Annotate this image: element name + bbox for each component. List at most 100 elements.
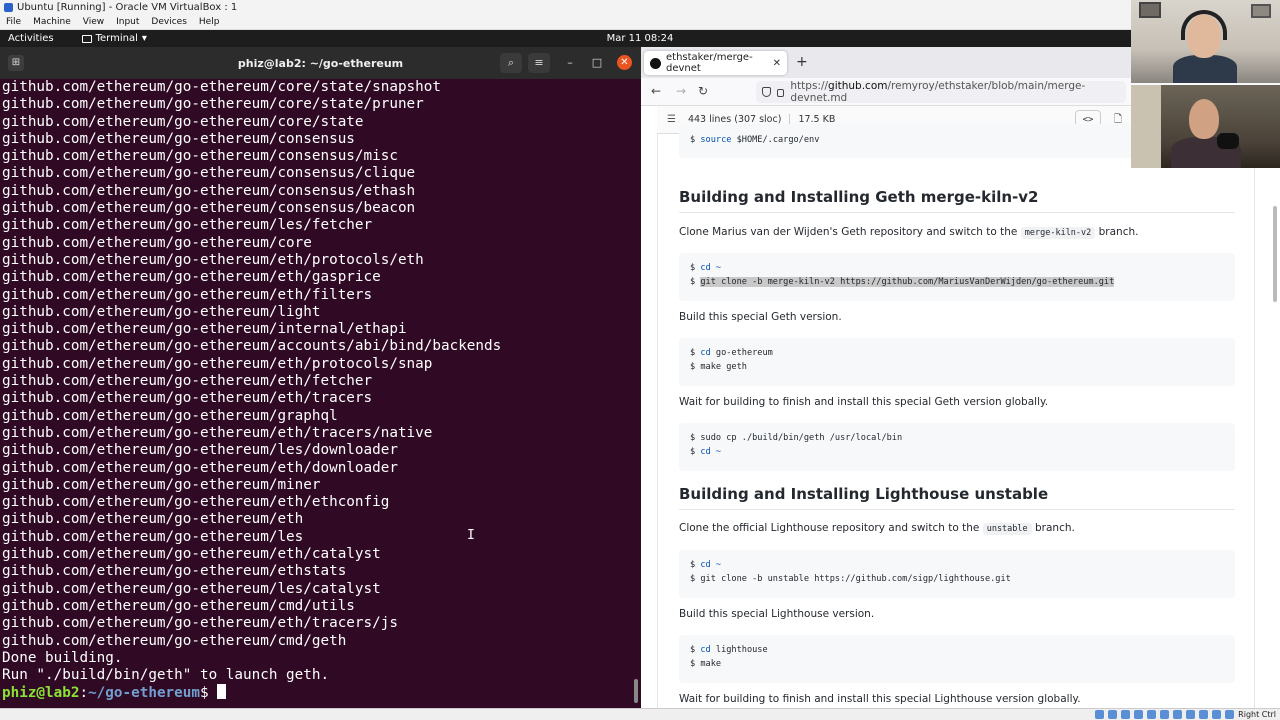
prompt-symbol: $ — [690, 446, 696, 457]
code-keyword: source — [700, 135, 732, 145]
reload-icon[interactable]: ↻ — [698, 84, 708, 98]
code-line: $ cd go-ethereum — [690, 347, 1224, 361]
code-text: ~ — [710, 446, 722, 457]
prompt-symbol: $ — [690, 645, 696, 655]
terminal-output-line: github.com/ethereum/go-ethereum/consensu… — [2, 182, 416, 199]
ubuntu-top-bar: Activities Terminal ▾ Mar 11 08:24 — [0, 30, 1280, 47]
terminal-window: ⊞ phiz@lab2: ~/go-ethereum ⌕ ≡ – □ ✕ git… — [0, 47, 641, 708]
code-line: $ git clone -b unstable https://github.c… — [690, 573, 1224, 587]
hard-disk-icon[interactable] — [1095, 710, 1105, 719]
terminal-output[interactable]: github.com/ethereum/go-ethereum/core/sta… — [0, 79, 641, 708]
vbox-menu-help[interactable]: Help — [199, 17, 220, 27]
terminal-output-line: github.com/ethereum/go-ethereum/core/sta… — [2, 113, 364, 130]
terminal-output-line: github.com/ethereum/go-ethereum/consensu… — [2, 148, 398, 165]
terminal-output-line: github.com/ethereum/go-ethereum/consensu… — [2, 200, 416, 217]
lock-icon[interactable] — [776, 89, 785, 97]
paragraph-text: Clone Marius van der Wijden's Geth repos… — [679, 226, 1018, 238]
mouse-integration-icon[interactable] — [1212, 710, 1222, 719]
maximize-icon[interactable]: □ — [589, 55, 605, 71]
prompt-symbol: $ — [690, 361, 696, 372]
minimize-icon[interactable]: – — [562, 55, 578, 71]
paragraph-build-lighthouse: Build this special Lighthouse version. — [679, 608, 875, 620]
code-text: go-ethereum — [710, 348, 773, 358]
terminal-output-line: github.com/ethereum/go-ethereum/les/cata… — [2, 580, 381, 597]
code-keyword: cd — [700, 560, 711, 570]
terminal-cursor — [217, 684, 227, 700]
code-block-build-lighthouse[interactable]: $ cd lighthouse $ make — [679, 635, 1235, 683]
code-block-clone-lighthouse[interactable]: $ cd ~ $ git clone -b unstable https://g… — [679, 550, 1235, 598]
shared-folder-icon[interactable] — [1160, 710, 1170, 719]
code-keyword: cd — [700, 348, 711, 358]
close-tab-icon[interactable]: ✕ — [773, 58, 781, 69]
browser-tab-title: ethstaker/merge-devnet — [666, 52, 753, 74]
terminal-output-line: github.com/ethereum/go-ethereum/eth/down… — [2, 459, 398, 476]
browser-tab[interactable]: ethstaker/merge-devnet ✕ — [644, 51, 787, 75]
terminal-output-line: github.com/ethereum/go-ethereum/eth/prot… — [2, 355, 433, 372]
vbox-menu-machine[interactable]: Machine — [33, 17, 71, 27]
url-bar[interactable]: https://github.com/remyroy/ethstaker/blo… — [756, 80, 1126, 104]
forward-icon[interactable]: → — [676, 84, 686, 98]
terminal-output-line: github.com/ethereum/go-ethereum/internal… — [2, 321, 407, 338]
code-keyword: cd — [700, 263, 711, 273]
paragraph-wait-geth: Wait for building to finish and install … — [679, 396, 1049, 408]
code-text: $HOME/.cargo/env — [731, 135, 820, 145]
terminal-output-line: github.com/ethereum/go-ethereum/core/sta… — [2, 79, 441, 95]
display-icon[interactable] — [1173, 710, 1183, 719]
vbox-menu-input[interactable]: Input — [116, 17, 139, 27]
headphones-icon — [1181, 10, 1227, 40]
paragraph-build-geth: Build this special Geth version. — [679, 311, 842, 323]
hamburger-menu-icon[interactable]: ≡ — [528, 53, 550, 73]
terminal-output-line: github.com/ethereum/go-ethereum/accounts… — [2, 338, 502, 355]
terminal-output-line: github.com/ethereum/go-ethereum/core/sta… — [2, 96, 424, 113]
close-icon[interactable]: ✕ — [617, 55, 632, 70]
page-scrollbar[interactable] — [1273, 206, 1277, 302]
prompt-symbol: $ — [690, 348, 696, 358]
app-menu-terminal[interactable]: Terminal ▾ — [81, 33, 147, 44]
clock[interactable]: Mar 11 08:24 — [607, 33, 674, 44]
paragraph-text: branch. — [1098, 226, 1139, 238]
usb-icon[interactable] — [1147, 710, 1157, 719]
paragraph-text: branch. — [1035, 522, 1075, 534]
code-text: lighthouse — [710, 645, 768, 655]
webcam-presenter-1 — [1131, 0, 1280, 83]
terminal-output-line: github.com/ethereum/go-ethereum/eth/trac… — [2, 424, 433, 441]
inline-code: unstable — [982, 523, 1032, 535]
code-block-install-geth[interactable]: $ sudo cp ./build/bin/geth /usr/local/bi… — [679, 423, 1235, 471]
code-keyword: cd — [700, 446, 711, 457]
outline-list-icon[interactable]: ☰ — [667, 114, 676, 125]
cpu-icon[interactable] — [1199, 710, 1209, 719]
terminal-lines: github.com/ethereum/go-ethereum/core/sta… — [2, 79, 639, 684]
host-key-label: Right Ctrl — [1238, 710, 1276, 719]
shield-icon[interactable] — [762, 87, 771, 97]
keyboard-icon[interactable] — [1225, 710, 1235, 719]
new-tab-button[interactable]: + — [796, 54, 808, 70]
new-tab-icon[interactable]: ⊞ — [8, 55, 24, 71]
terminal-output-line: github.com/ethereum/go-ethereum/eth/trac… — [2, 390, 373, 407]
code-text: sudo cp ./build/bin/geth /usr/local/bin — [700, 433, 903, 443]
terminal-output-line: github.com/ethereum/go-ethereum/eth/fetc… — [2, 373, 373, 390]
terminal-output-line: github.com/ethereum/go-ethereum/cmd/util… — [2, 597, 355, 614]
terminal-output-line: github.com/ethereum/go-ethereum/consensu… — [2, 165, 416, 182]
prompt-symbol: $ — [199, 685, 218, 702]
terminal-output-line: github.com/ethereum/go-ethereum/cmd/geth — [2, 632, 347, 649]
virtualbox-icon — [4, 3, 13, 12]
code-block-clone-geth[interactable]: $ cd ~ $ git clone -b merge-kiln-v2 http… — [679, 253, 1235, 301]
network-icon[interactable] — [1134, 710, 1144, 719]
terminal-scrollbar[interactable] — [634, 679, 638, 703]
heading-geth: Building and Installing Geth merge-kiln-… — [679, 188, 1235, 213]
terminal-output-line: github.com/ethereum/go-ethereum/eth — [2, 511, 304, 528]
vbox-menu-devices[interactable]: Devices — [151, 17, 186, 27]
search-icon[interactable]: ⌕ — [500, 53, 522, 73]
terminal-output-line: Done building. — [2, 649, 123, 666]
vbox-menu-view[interactable]: View — [83, 17, 104, 27]
code-block-build-geth[interactable]: $ cd go-ethereum $ make geth — [679, 338, 1235, 386]
audio-icon[interactable] — [1121, 710, 1131, 719]
back-icon[interactable]: ← — [651, 84, 661, 98]
terminal-output-line: github.com/ethereum/go-ethereum/eth/gasp… — [2, 269, 381, 286]
vbox-menu-file[interactable]: File — [6, 17, 21, 27]
paragraph-wait-lighthouse: Wait for building to finish and install … — [679, 693, 1081, 705]
activities-button[interactable]: Activities — [8, 33, 54, 44]
optical-drive-icon[interactable] — [1108, 710, 1118, 719]
code-line: $ cd lighthouse — [690, 644, 1224, 658]
video-capture-icon[interactable] — [1186, 710, 1196, 719]
